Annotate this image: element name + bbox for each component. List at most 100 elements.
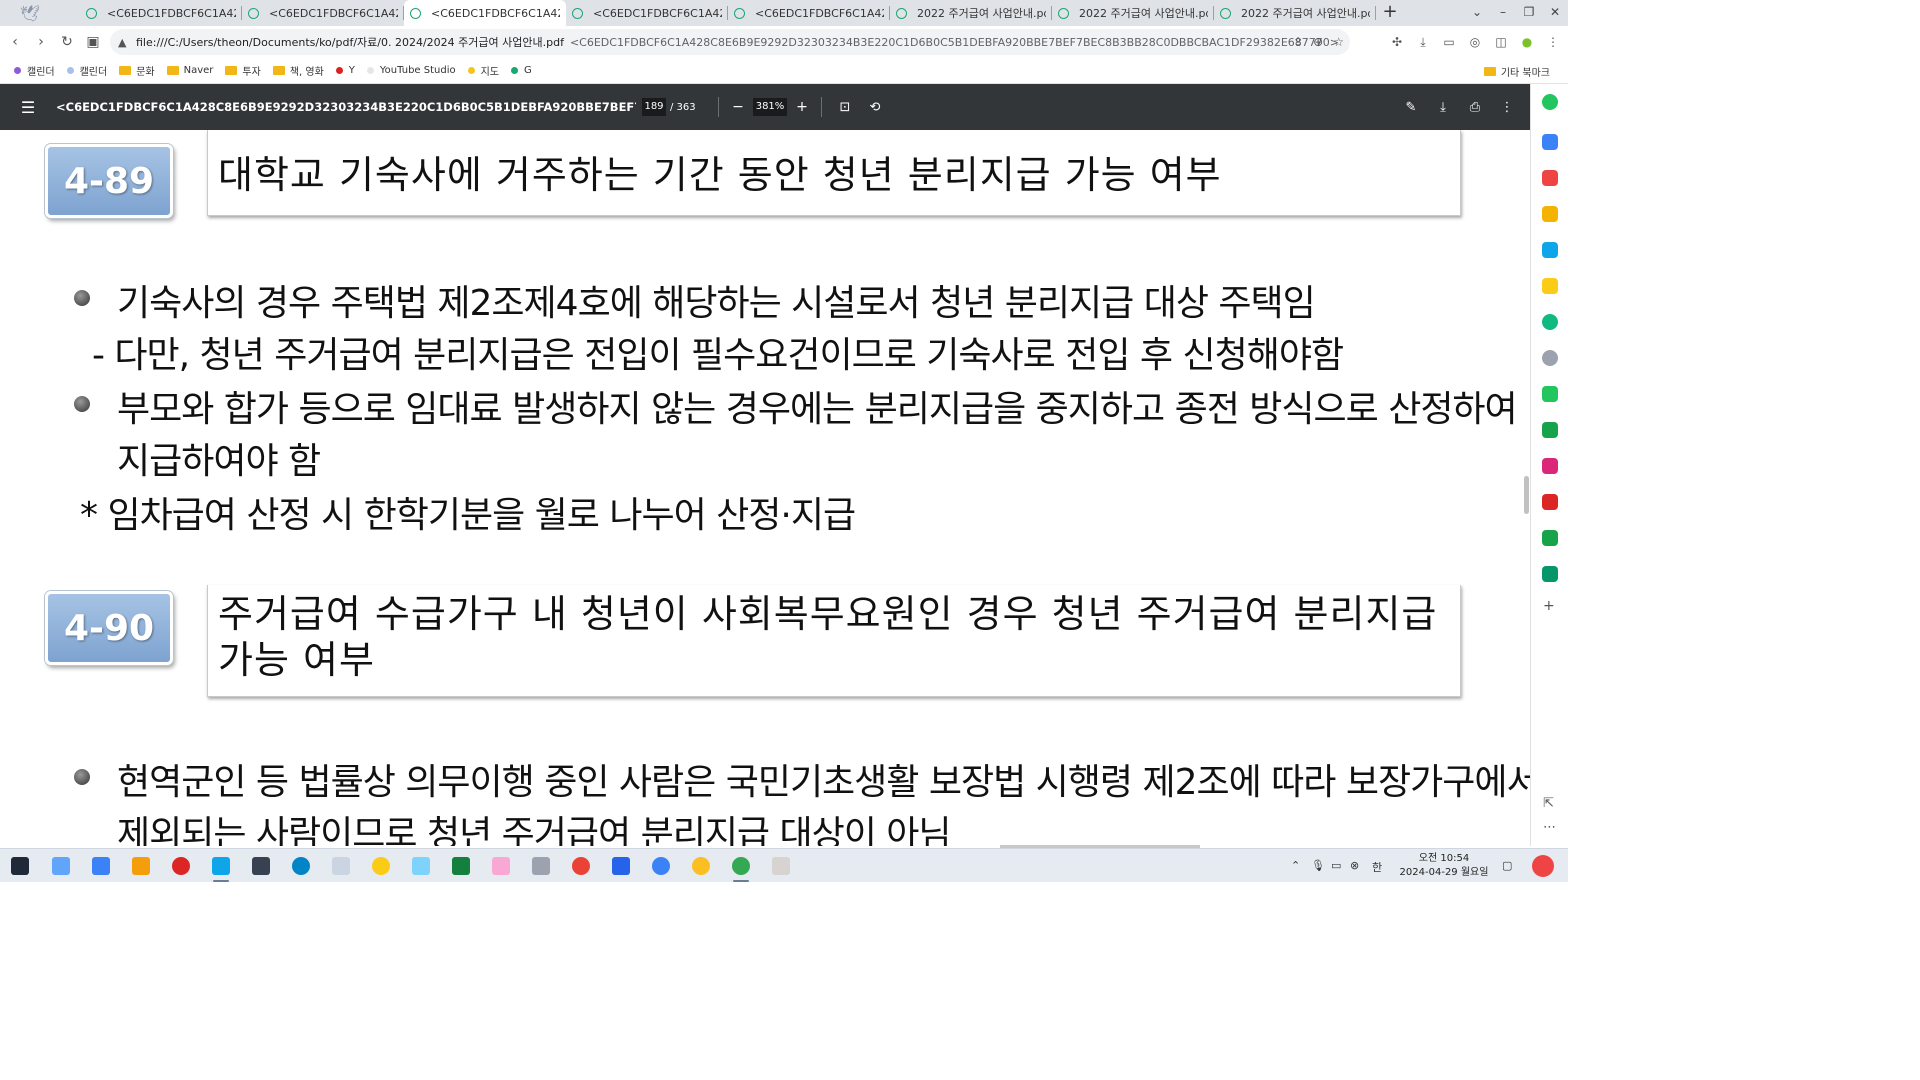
menu-icon[interactable]: ☰ (0, 98, 56, 117)
vertical-scrollbar[interactable] (1524, 476, 1529, 514)
annotate-pen-icon[interactable]: ✎ (1400, 100, 1422, 115)
bookmark-item[interactable]: 캘린더 (66, 63, 107, 78)
sidebar-app-icon[interactable] (1542, 350, 1558, 366)
fit-page-icon[interactable]: ⊡ (830, 100, 860, 115)
kakaotalk-icon[interactable] (372, 857, 390, 875)
browser-tab[interactable]: <C6EDC1FDBCF6C1A428C8E (728, 0, 890, 26)
sidebar-app-icon[interactable] (1542, 206, 1558, 222)
volume-icon[interactable]: ⊗ (1350, 859, 1359, 872)
taskbar-clock[interactable]: 오전 10:54 2024-04-29 월요일 (1396, 852, 1492, 880)
browser-tab[interactable]: 2022 주거급여 사업안내.pdf (890, 0, 1052, 26)
sidebar-app-icon[interactable] (1542, 530, 1558, 546)
calculator-icon[interactable] (532, 857, 550, 875)
reader-icon[interactable]: ▣ (80, 29, 106, 55)
share-icon[interactable]: ⇪ (1293, 35, 1303, 49)
browser-tab[interactable]: <C6EDC1FDBCF6C1A428C8E (404, 0, 566, 26)
new-tab-button[interactable]: + (1376, 0, 1404, 26)
microphone-icon[interactable]: 🎙 (1311, 859, 1325, 872)
camera-icon[interactable]: ◎ (1464, 29, 1486, 55)
taskbar-app-icon[interactable] (412, 857, 430, 875)
taskbar-app-icon[interactable] (212, 857, 230, 875)
sidebar-app-icon[interactable] (1542, 242, 1558, 258)
rotate-icon[interactable]: ⟲ (860, 100, 890, 115)
cast-icon[interactable]: ▭ (1438, 29, 1460, 55)
network-icon[interactable]: ▭ (1331, 859, 1341, 872)
page-total: / 363 (670, 101, 696, 113)
bookmark-item[interactable]: YouTube Studio (366, 65, 456, 76)
address-bar[interactable]: ▲ file:///C:/Users/theon/Documents/ko/pd… (110, 29, 1350, 55)
ime-indicator[interactable]: 한 (1372, 859, 1382, 875)
sidebar-app-icon[interactable] (1542, 170, 1558, 186)
tab-search-icon[interactable]: ⌄ (1464, 0, 1490, 26)
back-button[interactable]: ‹ (2, 29, 28, 55)
bookmark-item[interactable]: Naver (166, 65, 213, 76)
edge-icon[interactable] (292, 857, 310, 875)
taskbar-app-icon[interactable] (52, 857, 70, 875)
bookmark-item[interactable]: 지도 (467, 63, 499, 78)
record-icon[interactable] (172, 857, 190, 875)
sidebar-app-icon[interactable] (1542, 422, 1558, 438)
more-menu-icon[interactable]: ⋮ (1542, 29, 1564, 55)
bookmark-star-icon[interactable]: ☆ (1333, 35, 1344, 49)
minimize-button[interactable]: – (1490, 0, 1516, 26)
sidebar-app-icon[interactable] (1542, 278, 1558, 294)
profile-icon[interactable] (1532, 855, 1554, 877)
tray-chevron-icon[interactable]: ⌃ (1291, 859, 1300, 872)
pdf-download-icon[interactable]: ⤓ (1432, 100, 1454, 115)
pdf-more-icon[interactable]: ⋮ (1496, 100, 1518, 115)
zoom-icon[interactable]: ⊕ (1313, 35, 1323, 49)
sidebar-toggle-icon[interactable]: ◫ (1490, 29, 1512, 55)
zoom-out-button[interactable]: − (727, 99, 749, 115)
taskbar-app-icon[interactable] (492, 857, 510, 875)
bookmark-item[interactable]: 캘린더 (14, 63, 55, 78)
bookmark-item[interactable]: G (511, 65, 532, 76)
media-player-icon[interactable] (692, 857, 710, 875)
forward-button[interactable]: › (28, 29, 54, 55)
zoom-in-button[interactable]: + (791, 99, 813, 115)
file-icon: ▲ (118, 35, 127, 49)
sidebar-app-icon[interactable] (1542, 566, 1558, 582)
extensions-icon[interactable]: ✣ (1386, 29, 1408, 55)
bookmark-item[interactable]: Y (335, 65, 355, 76)
browser-tab[interactable]: <C6EDC1FDBCF6C1A428C8E (242, 0, 404, 26)
print-icon[interactable]: ⎙ (1464, 100, 1486, 115)
page-number-input[interactable]: 189 (642, 98, 666, 116)
tab-favicon-icon (572, 7, 583, 19)
zoom-input[interactable]: 381% (753, 98, 787, 116)
browser-tab[interactable]: 2022 주거급여 사업안내.pdf (1052, 0, 1214, 26)
notification-icon[interactable]: ▢ (1502, 859, 1512, 872)
sidebar-app-icon[interactable] (1542, 94, 1558, 110)
sidebar-app-icon[interactable] (1542, 314, 1558, 330)
browser-tab[interactable]: <C6EDC1FDBCF6C1A428C8E (80, 0, 242, 26)
other-bookmarks[interactable]: 기타 북마크 (1483, 64, 1550, 79)
sidebar-app-icon[interactable] (1542, 386, 1558, 402)
bookmark-item[interactable]: 책, 영화 (272, 63, 324, 78)
browser-tab[interactable]: 2022 주거급여 사업안내.pdf (1214, 0, 1376, 26)
taskbar-app-icon[interactable] (772, 857, 790, 875)
profile-avatar[interactable]: ● (1516, 29, 1538, 55)
bookmark-item[interactable]: 투자 (225, 63, 261, 78)
file-explorer-icon[interactable] (132, 857, 150, 875)
browser-tab[interactable]: <C6EDC1FDBCF6C1A428C8E (566, 0, 728, 26)
chrome-icon[interactable] (572, 857, 590, 875)
zoom-app-icon[interactable] (652, 857, 670, 875)
taskbar-app-icon[interactable] (252, 857, 270, 875)
download-icon[interactable]: ⤓ (1412, 29, 1434, 55)
restore-button[interactable]: ❐ (1516, 0, 1542, 26)
taskbar-app-icon[interactable] (332, 857, 350, 875)
start-icon[interactable] (11, 857, 29, 875)
excel-icon[interactable] (452, 857, 470, 875)
sidebar-app-icon[interactable] (1542, 494, 1558, 510)
close-window-button[interactable]: ✕ (1542, 0, 1568, 26)
bookmark-item[interactable]: 문화 (119, 63, 155, 78)
reload-button[interactable]: ↻ (54, 29, 80, 55)
sidebar-more-icon[interactable]: ⋯ (1543, 820, 1556, 835)
external-link-icon[interactable]: ⇱ (1543, 796, 1554, 811)
sidebar-add-icon[interactable]: + (1543, 598, 1555, 614)
taskbar-app-icon[interactable] (92, 857, 110, 875)
sidebar-app-icon[interactable] (1542, 134, 1558, 150)
sidebar-app-icon[interactable] (1542, 458, 1558, 474)
taskbar-app-icon[interactable] (612, 857, 630, 875)
chrome-icon[interactable] (732, 857, 750, 875)
answer-note: * 임차급여 산정 시 한학기분을 월로 나누어 산정·지급 (80, 495, 856, 536)
